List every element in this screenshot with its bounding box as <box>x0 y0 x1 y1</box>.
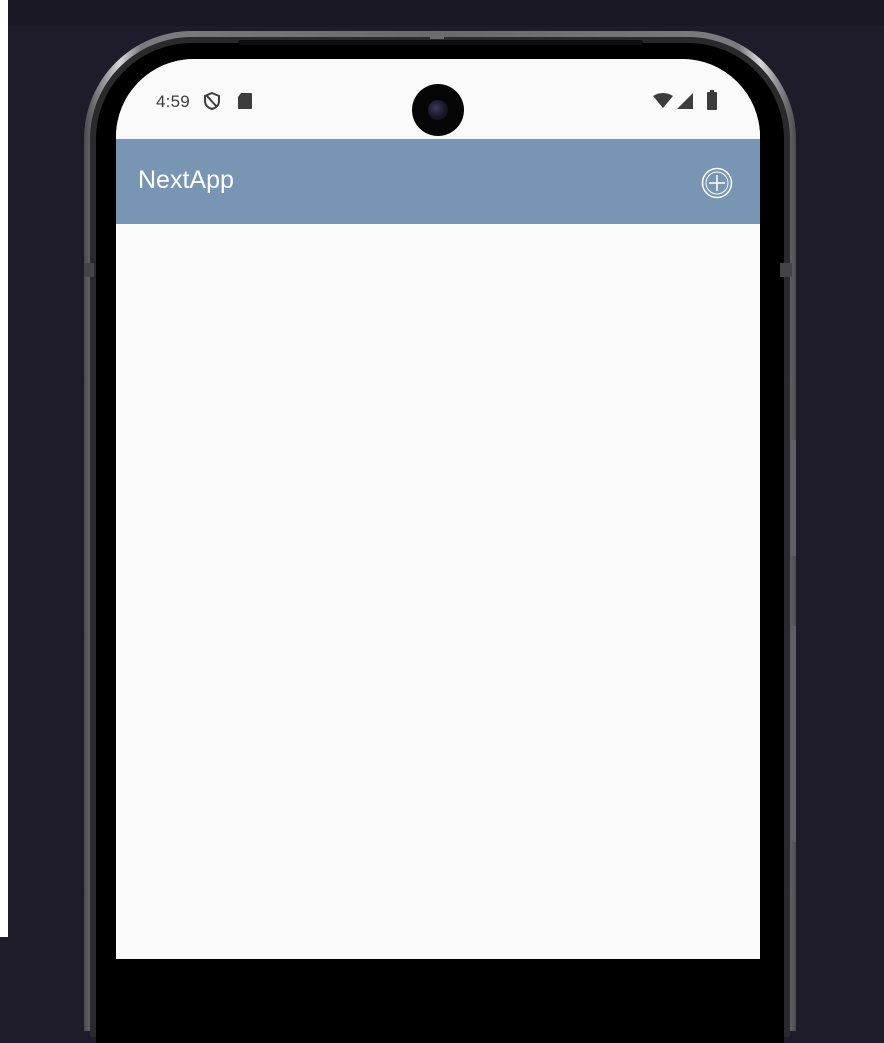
battery-icon <box>707 90 717 115</box>
add-circle-icon <box>701 167 733 199</box>
top-sensor <box>430 31 444 39</box>
device-screen: 4:59 NextApp <box>116 59 760 959</box>
signal-icon <box>676 93 694 114</box>
camera-lens <box>428 100 448 120</box>
emulator-top-strip <box>8 0 884 26</box>
power-button[interactable] <box>790 626 796 842</box>
shield-icon <box>202 91 222 116</box>
main-content <box>116 224 760 959</box>
page-left-edge <box>0 0 8 937</box>
front-camera <box>412 84 464 136</box>
antenna-band-right <box>780 263 792 277</box>
antenna-band-left <box>84 263 94 277</box>
app-title: NextApp <box>138 166 234 194</box>
status-time: 4:59 <box>156 92 190 111</box>
app-bar: NextApp <box>116 139 760 224</box>
add-button[interactable] <box>701 167 733 199</box>
sd-card-icon <box>236 91 254 116</box>
status-bar: 4:59 <box>116 59 760 139</box>
wifi-icon <box>652 93 674 114</box>
speaker-grille <box>238 40 643 45</box>
volume-button[interactable] <box>790 440 796 556</box>
